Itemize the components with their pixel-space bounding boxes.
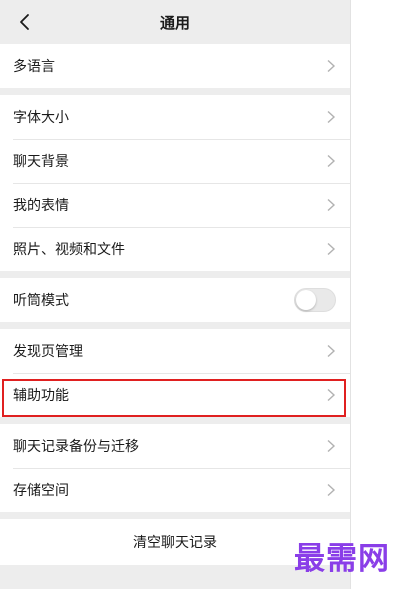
settings-screen: 通用 多语言 字体大小 聊天背景 我的表情 照片、视频和文件 听筒模式 发现页管… — [0, 0, 351, 589]
row-font-size[interactable]: 字体大小 — [0, 95, 350, 139]
nav-bar: 通用 — [0, 0, 350, 44]
section-gap — [0, 322, 350, 329]
chevron-right-icon — [327, 154, 336, 168]
row-photos-videos-files[interactable]: 照片、视频和文件 — [0, 227, 350, 271]
row-language[interactable]: 多语言 — [0, 44, 350, 88]
back-chevron-icon[interactable] — [14, 11, 36, 33]
row-label: 聊天记录备份与迁移 — [13, 439, 139, 455]
watermark: 最需网 — [294, 541, 390, 577]
row-label: 存储空间 — [13, 483, 69, 499]
row-label: 多语言 — [13, 59, 55, 75]
chevron-right-icon — [327, 344, 336, 358]
row-label: 聊天背景 — [13, 154, 69, 170]
row-my-stickers[interactable]: 我的表情 — [0, 183, 350, 227]
chevron-right-icon — [327, 242, 336, 256]
section-gap — [0, 271, 350, 278]
chevron-right-icon — [327, 439, 336, 453]
section-gap — [0, 88, 350, 95]
section-gap — [0, 512, 350, 519]
group-features: 发现页管理 辅助功能 — [0, 329, 350, 417]
row-label: 听筒模式 — [13, 293, 69, 309]
chevron-right-icon — [327, 110, 336, 124]
row-storage-space[interactable]: 存储空间 — [0, 468, 350, 512]
group-storage: 聊天记录备份与迁移 存储空间 — [0, 424, 350, 512]
row-label: 我的表情 — [13, 198, 69, 214]
row-chat-background[interactable]: 聊天背景 — [0, 139, 350, 183]
toggle-knob — [296, 290, 316, 310]
earpiece-mode-toggle[interactable] — [294, 288, 336, 312]
group-display: 字体大小 聊天背景 我的表情 照片、视频和文件 — [0, 95, 350, 271]
row-label: 辅助功能 — [13, 388, 69, 404]
row-earpiece-mode: 听筒模式 — [0, 278, 350, 322]
chevron-right-icon — [327, 483, 336, 497]
row-label: 照片、视频和文件 — [13, 242, 125, 258]
section-gap — [0, 417, 350, 424]
chevron-right-icon — [327, 198, 336, 212]
row-discover-management[interactable]: 发现页管理 — [0, 329, 350, 373]
chevron-right-icon — [327, 388, 336, 402]
chevron-right-icon — [327, 59, 336, 73]
group-language: 多语言 — [0, 44, 350, 88]
row-label: 发现页管理 — [13, 344, 83, 360]
clear-chat-history-label: 清空聊天记录 — [133, 535, 217, 551]
group-earpiece: 听筒模式 — [0, 278, 350, 322]
page-title: 通用 — [159, 13, 190, 32]
row-label: 字体大小 — [13, 110, 69, 126]
row-accessibility[interactable]: 辅助功能 — [0, 373, 350, 417]
row-chat-backup-migration[interactable]: 聊天记录备份与迁移 — [0, 424, 350, 468]
